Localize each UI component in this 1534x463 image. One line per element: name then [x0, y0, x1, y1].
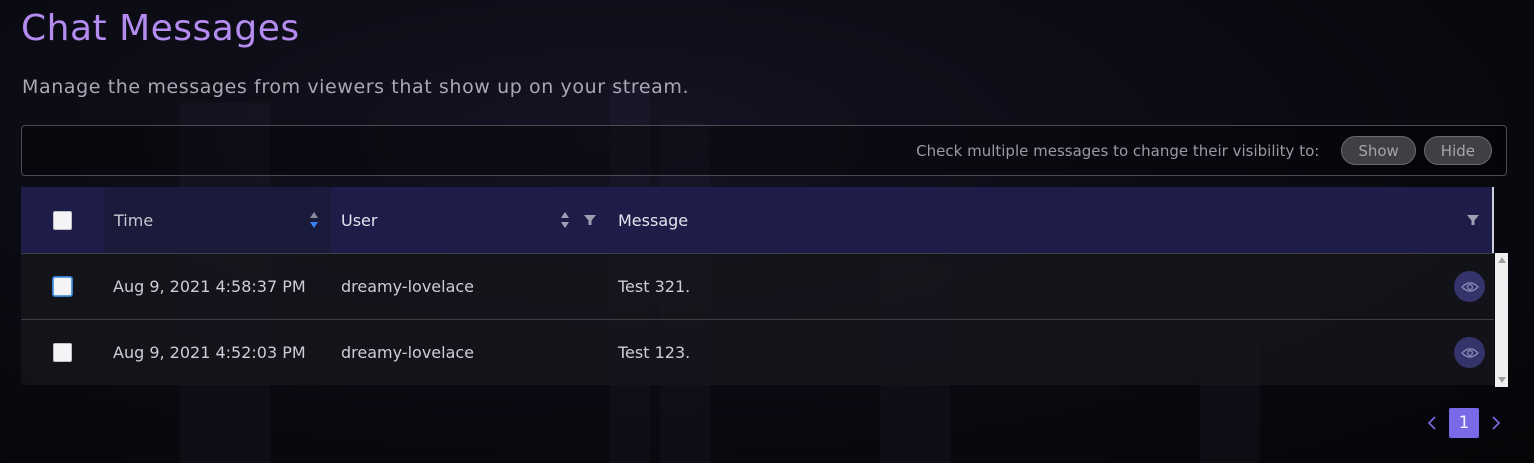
show-button[interactable]: Show [1341, 136, 1416, 165]
eye-icon [1460, 281, 1479, 292]
table-header: Time User Message [21, 187, 1494, 253]
chevron-left-icon [1427, 416, 1436, 430]
column-header-message: Message [608, 187, 1492, 253]
pagination: 1 [1422, 408, 1506, 438]
page-subtitle: Manage the messages from viewers that sh… [22, 76, 690, 98]
row-check-cell [21, 320, 104, 385]
row-user: dreamy-lovelace [341, 343, 475, 362]
column-header-user[interactable]: User [331, 187, 608, 253]
chevron-right-icon [1492, 416, 1501, 430]
prev-page-button[interactable] [1422, 413, 1442, 433]
messages-table: Time User Message Aug 9, 2021 4:58:37 PM… [21, 187, 1508, 387]
column-label-user: User [341, 210, 378, 230]
column-label-message: Message [618, 210, 689, 230]
row-time: Aug 9, 2021 4:58:37 PM [113, 277, 306, 296]
table-scrollbar[interactable] [1495, 253, 1508, 387]
table-body: Aug 9, 2021 4:58:37 PM dreamy-lovelace T… [21, 253, 1494, 385]
filter-icon[interactable] [583, 213, 597, 227]
row-checkbox[interactable] [53, 277, 72, 296]
row-message: Test 123. [618, 343, 691, 362]
toggle-visibility-button[interactable] [1454, 271, 1485, 302]
sort-icon[interactable] [560, 211, 570, 229]
next-page-button[interactable] [1486, 413, 1506, 433]
select-all-cell [21, 187, 104, 253]
toggle-visibility-button[interactable] [1454, 337, 1485, 368]
hide-button[interactable]: Hide [1423, 136, 1492, 165]
bulk-visibility-bar: Check multiple messages to change their … [21, 125, 1507, 176]
row-checkbox[interactable] [53, 343, 72, 362]
scroll-down-arrow-icon[interactable] [1498, 377, 1506, 383]
row-check-cell [21, 254, 104, 319]
column-header-time[interactable]: Time [104, 187, 331, 253]
page-number-button[interactable]: 1 [1449, 408, 1479, 438]
table-row: Aug 9, 2021 4:58:37 PM dreamy-lovelace T… [21, 253, 1494, 319]
table-row: Aug 9, 2021 4:52:03 PM dreamy-lovelace T… [21, 319, 1494, 385]
bulk-hint-text: Check multiple messages to change their … [916, 141, 1320, 160]
select-all-checkbox[interactable] [53, 210, 72, 230]
scroll-up-arrow-icon[interactable] [1498, 257, 1506, 263]
row-user: dreamy-lovelace [341, 277, 475, 296]
row-message: Test 321. [618, 277, 691, 296]
row-time: Aug 9, 2021 4:52:03 PM [113, 343, 306, 362]
filter-icon[interactable] [1466, 213, 1480, 227]
sort-icon[interactable] [309, 211, 319, 229]
column-label-time: Time [114, 210, 154, 230]
eye-icon [1460, 347, 1479, 358]
page-title: Chat Messages [21, 8, 300, 49]
